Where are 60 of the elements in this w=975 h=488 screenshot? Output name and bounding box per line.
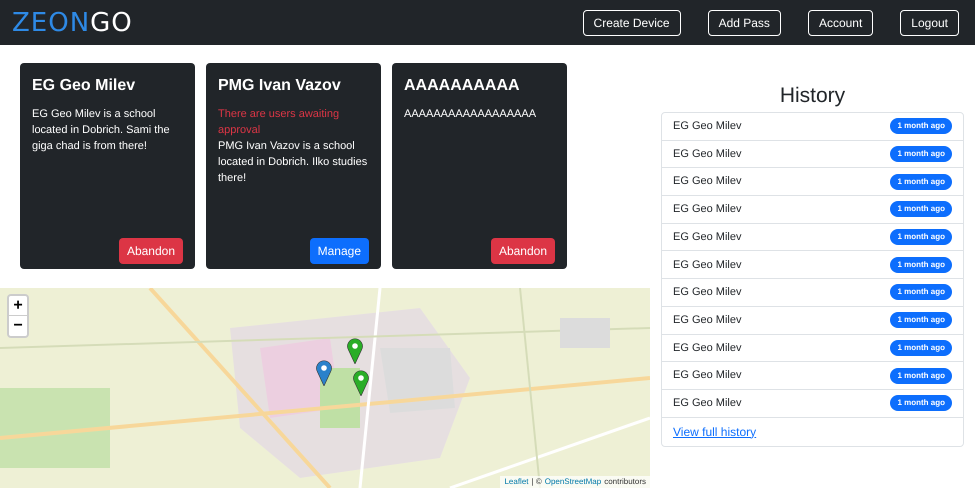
history-item-name: EG Geo Milev <box>673 146 742 162</box>
history-item-name: EG Geo Milev <box>673 230 742 245</box>
attribution-text: contributors <box>604 476 646 488</box>
map-marker-icon[interactable] <box>347 338 363 364</box>
history-item-name: EG Geo Milev <box>673 202 742 218</box>
view-history-link[interactable]: View full history <box>673 422 756 441</box>
history-item[interactable]: EG Geo Milev 1 month ago <box>662 113 963 141</box>
history-item[interactable]: EG Geo Milev 1 month ago <box>662 306 963 334</box>
map-marker-icon[interactable] <box>316 360 332 386</box>
card-title: AAAAAAAAAA <box>404 76 521 96</box>
history-item-name: EG Geo Milev <box>673 285 742 300</box>
history-item[interactable]: EG Geo Milev 1 month ago <box>662 279 963 307</box>
time-badge: 1 month ago <box>890 368 952 384</box>
warning-text: There are users awaiting approval <box>218 107 340 138</box>
history-item[interactable]: EG Geo Milev 1 month ago <box>662 251 963 280</box>
card-title: EG Geo Milev <box>32 76 136 96</box>
card-description: EG Geo Milev is a school located in Dobrich. Sami the giga chad is from there! <box>32 107 171 154</box>
card-description: AAAAAAAAAAAAAAAAAA <box>404 107 538 122</box>
time-badge: 1 month ago <box>890 118 952 134</box>
time-badge: 1 month ago <box>890 340 952 356</box>
history-item-name: EG Geo Milev <box>673 312 742 328</box>
history-item-name: EG Geo Milev <box>673 396 742 411</box>
history-item[interactable]: EG Geo Milev 1 month ago <box>662 224 963 252</box>
time-badge: 1 month ago <box>890 146 952 162</box>
history-item[interactable]: EG Geo Milev 1 month ago <box>662 168 963 196</box>
card-action-button[interactable]: Abandon <box>118 238 183 264</box>
time-badge: 1 month ago <box>890 395 952 412</box>
zoom-out-button[interactable]: − <box>9 316 27 336</box>
history-item-name: EG Geo Milev <box>673 340 742 356</box>
nav-button[interactable]: Account <box>808 10 874 36</box>
card-title: PMG Ivan Vazov <box>218 76 342 96</box>
nav-button[interactable]: Add Pass <box>708 10 781 36</box>
history-item[interactable]: EG Geo Milev 1 month ago <box>662 362 963 390</box>
time-badge: 1 month ago <box>890 174 952 190</box>
attribution-text: | © <box>532 476 542 488</box>
time-badge: 1 month ago <box>890 256 952 273</box>
history-item[interactable]: EG Geo Milev 1 month ago <box>662 196 963 224</box>
history-item-name: EG Geo Milev <box>673 174 742 190</box>
map-marker-icon[interactable] <box>353 370 369 396</box>
time-badge: 1 month ago <box>890 229 952 246</box>
history-item[interactable]: EG Geo Milev 1 month ago <box>662 390 963 418</box>
history-title: History <box>780 83 846 109</box>
history-item-name: EG Geo Milev <box>673 119 742 134</box>
map[interactable]: + − Leaflet | © OpenStreetMap contributors <box>0 288 650 488</box>
nav-button[interactable]: Create Device <box>582 10 681 36</box>
leaflet-link[interactable]: Leaflet <box>504 476 529 488</box>
nav-button[interactable]: Logout <box>900 10 959 36</box>
history-item-name: EG Geo Milev <box>673 368 742 384</box>
time-badge: 1 month ago <box>890 312 952 328</box>
time-badge: 1 month ago <box>890 201 952 218</box>
card-action-button[interactable]: Abandon <box>490 238 555 264</box>
card-action-button[interactable]: Manage <box>310 238 369 264</box>
history-item[interactable]: EG Geo Milev 1 month ago <box>662 334 963 362</box>
history-item-name: EG Geo Milev <box>673 258 742 273</box>
zoom-in-button[interactable]: + <box>9 296 27 316</box>
history-item[interactable]: EG Geo Milev 1 month ago <box>662 140 963 168</box>
logo[interactable]: ZEONGO <box>12 10 133 36</box>
osm-link[interactable]: OpenStreetMap <box>544 476 602 488</box>
time-badge: 1 month ago <box>890 284 952 300</box>
card-description: PMG Ivan Vazov is a school located in Dobrich. Ilko studies there! <box>218 139 368 186</box>
